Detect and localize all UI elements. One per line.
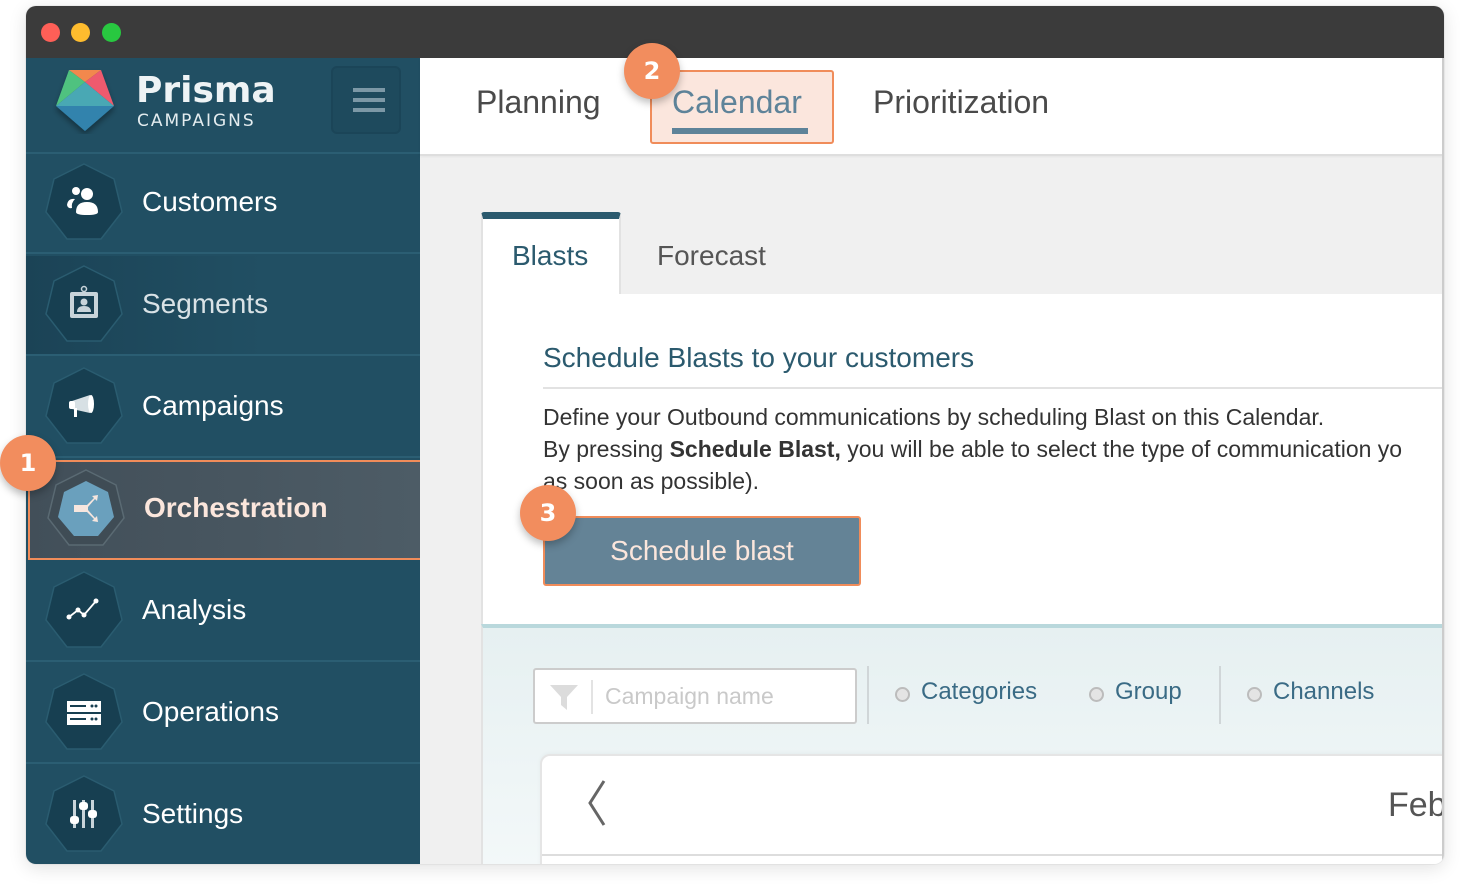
campaign-search-box[interactable]	[533, 668, 857, 724]
description-line-3: as soon as possible).	[543, 468, 760, 494]
sidebar-item-segments[interactable]: Segments	[26, 256, 420, 356]
customers-icon	[67, 187, 98, 215]
hamburger-icon-bar	[353, 98, 385, 102]
prisma-logo-icon	[56, 70, 114, 131]
calendar-divider	[542, 854, 1442, 856]
sidebar-item-label: Customers	[142, 186, 278, 217]
filter-option-label: Categories	[921, 678, 1038, 705]
brand-header: Prisma CAMPAIGNS	[26, 58, 420, 154]
window-minimize-button[interactable]	[71, 23, 90, 42]
tab-calendar[interactable]: Calendar	[672, 84, 802, 121]
calendar-card: Feb	[540, 754, 1444, 864]
filter-icon	[550, 685, 578, 710]
sidebar-item-label: Operations	[142, 696, 279, 727]
app-window: Prisma CAMPAIGNS Customers Segments Camp…	[26, 6, 1444, 864]
title-bar	[26, 6, 1444, 58]
sidebar-item-campaigns[interactable]: Campaigns	[26, 358, 420, 458]
schedule-blast-button[interactable]: Schedule blast	[543, 516, 861, 586]
subtab-forecast[interactable]: Forecast	[657, 240, 766, 272]
description-bold: Schedule Blast,	[669, 436, 841, 462]
sidebar-item-analysis[interactable]: Analysis	[26, 562, 420, 662]
tab-prioritization[interactable]: Prioritization	[873, 84, 1049, 121]
hamburger-icon	[353, 88, 385, 92]
step-badge-1: 1	[0, 435, 56, 491]
description-text: By pressing	[543, 436, 670, 462]
hamburger-menu-button[interactable]	[331, 66, 401, 134]
blasts-panel: Schedule Blasts to your customers Define…	[481, 294, 1444, 624]
brand-name: Prisma	[136, 70, 276, 111]
panel-divider	[543, 387, 1444, 389]
description-line-1: Define your Outbound communications by s…	[543, 404, 1325, 430]
step-badge-2: 2	[624, 43, 680, 99]
campaign-name-input[interactable]	[605, 676, 845, 716]
active-tab-indicator	[672, 128, 808, 134]
server-icon	[67, 701, 101, 725]
sidebar-item-label: Campaigns	[142, 390, 284, 421]
sidebar-item-label: Orchestration	[144, 492, 328, 523]
sidebar-item-label: Settings	[142, 798, 244, 829]
sidebar-item-operations[interactable]: Operations	[26, 664, 420, 764]
filter-divider	[1219, 666, 1221, 724]
filter-option-label: Channels	[1273, 678, 1375, 705]
radio-icon[interactable]	[1089, 687, 1104, 702]
segments-icon	[70, 285, 98, 318]
sidebar-item-orchestration[interactable]: Orchestration	[28, 460, 422, 560]
filter-divider	[867, 666, 869, 724]
orchestration-icon	[74, 495, 98, 522]
calendar-month-label: Feb	[1388, 786, 1444, 824]
sliders-icon	[70, 800, 97, 828]
line-chart-icon	[66, 598, 99, 620]
sidebar: Prisma CAMPAIGNS Customers Segments Camp…	[26, 58, 422, 864]
radio-icon[interactable]	[895, 687, 910, 702]
window-maximize-button[interactable]	[102, 23, 121, 42]
sidebar-item-label: Segments	[142, 288, 269, 319]
sidebar-item-label: Analysis	[142, 594, 247, 625]
megaphone-icon	[69, 395, 94, 417]
subtab-blasts[interactable]: Blasts	[512, 240, 588, 272]
top-nav: Planning Calendar Prioritization	[420, 58, 1444, 156]
window-close-button[interactable]	[41, 23, 60, 42]
radio-icon[interactable]	[1247, 687, 1262, 702]
sidebar-item-customers[interactable]: Customers	[26, 154, 420, 254]
description-text: you will be able to select the type of c…	[840, 436, 1403, 462]
panel-title: Schedule Blasts to your customers	[543, 342, 975, 373]
chevron-left-icon[interactable]	[580, 778, 610, 828]
step-badge-3: 3	[520, 485, 576, 541]
description-line-2: By pressing Schedule Blast, you will be …	[543, 436, 1402, 463]
brand-subtitle: CAMPAIGNS	[137, 111, 256, 131]
filter-option-label: Group	[1115, 678, 1182, 705]
search-separator	[591, 680, 593, 714]
sidebar-item-settings[interactable]: Settings	[26, 766, 420, 864]
hamburger-icon-bar	[353, 108, 385, 112]
tab-planning[interactable]: Planning	[476, 84, 601, 121]
window-right-edge	[1442, 58, 1444, 864]
